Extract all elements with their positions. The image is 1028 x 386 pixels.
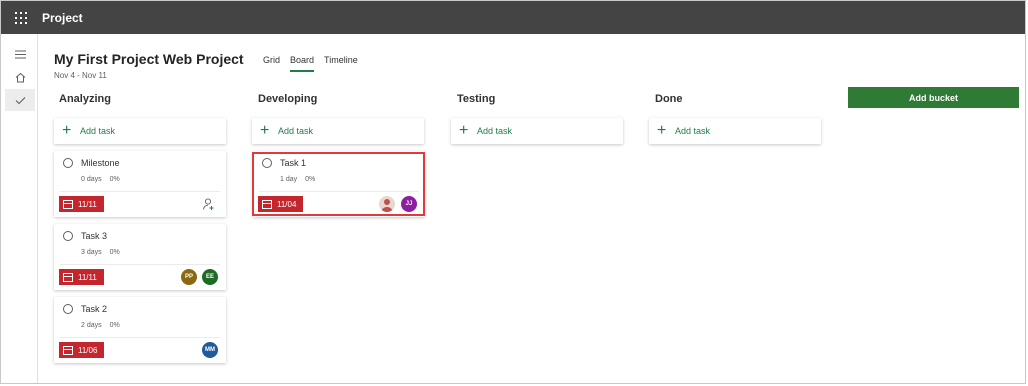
bucket-title-analyzing[interactable]: Analyzing (59, 93, 111, 105)
assign-person-icon[interactable] (202, 197, 216, 211)
task-name: Milestone (81, 158, 120, 168)
project-header: My First Project Web Project Nov 4 - Nov… (54, 51, 244, 80)
complete-task-checkbox[interactable] (63, 158, 73, 168)
task-meta: 0 days 0% (81, 176, 120, 183)
add-bucket-button[interactable]: Add bucket (848, 87, 1019, 108)
task-duration: 3 days (81, 249, 102, 256)
complete-task-checkbox[interactable] (63, 304, 73, 314)
calendar-icon (63, 272, 73, 282)
due-date: 11/06 (78, 345, 98, 355)
complete-task-checkbox[interactable] (262, 158, 272, 168)
task-duration: 2 days (81, 322, 102, 329)
task-name: Task 2 (81, 304, 108, 314)
plus-icon: + (657, 122, 667, 139)
app-title: Project (42, 10, 83, 25)
add-task-label: Add task (675, 126, 711, 136)
complete-task-checkbox[interactable] (63, 231, 73, 241)
tab-board[interactable]: Board (290, 55, 315, 72)
avatar[interactable]: PP (181, 269, 197, 285)
divider (60, 337, 220, 338)
add-task-button[interactable]: + Add task (54, 118, 226, 144)
add-task-button[interactable]: + Add task (649, 118, 821, 144)
avatar[interactable]: MM (202, 342, 218, 358)
bucket-title-done[interactable]: Done (655, 93, 683, 105)
task-card[interactable]: Task 1 1 day 0% 11/04 JJ (253, 151, 425, 217)
task-meta: 3 days 0% (81, 249, 120, 256)
due-date-badge: 11/11 (59, 196, 104, 212)
plus-icon: + (62, 122, 72, 139)
home-icon[interactable] (5, 66, 35, 88)
plus-icon: + (459, 122, 469, 139)
task-duration: 0 days (81, 176, 102, 183)
view-tabs: Grid Board Timeline (263, 55, 358, 72)
calendar-icon (63, 345, 73, 355)
task-duration: 1 day (280, 176, 298, 183)
avatar[interactable]: JJ (401, 196, 417, 212)
task-card[interactable]: Milestone 0 days 0% 11/11 (54, 151, 226, 217)
bucket-title-developing[interactable]: Developing (258, 93, 317, 105)
calendar-icon (63, 199, 73, 209)
checkmark-icon[interactable] (5, 89, 35, 111)
add-task-label: Add task (80, 126, 116, 136)
task-card[interactable]: Task 3 3 days 0% 11/11 PP EE (54, 224, 226, 290)
due-date: 11/04 (277, 199, 297, 209)
app-window: Project My First Project Web Project Nov… (0, 0, 1026, 384)
divider (259, 191, 419, 192)
add-task-button[interactable]: + Add task (451, 118, 623, 144)
plus-icon: + (260, 122, 270, 139)
add-task-label: Add task (477, 126, 513, 136)
due-date-badge: 11/04 (258, 196, 304, 212)
task-name: Task 3 (81, 231, 108, 241)
due-date-badge: 11/06 (59, 342, 105, 358)
due-date: 11/11 (78, 272, 97, 282)
task-meta: 2 days 0% (81, 322, 120, 329)
task-progress: 0% (109, 176, 120, 183)
avatar-photo[interactable] (379, 196, 395, 212)
task-name: Task 1 (280, 158, 307, 168)
due-date: 11/11 (78, 199, 97, 209)
project-title: My First Project Web Project (54, 51, 244, 67)
tab-timeline[interactable]: Timeline (324, 55, 358, 72)
hamburger-icon[interactable] (5, 43, 35, 65)
tab-grid[interactable]: Grid (263, 55, 280, 72)
left-rail (1, 34, 38, 383)
task-progress: 0% (109, 322, 120, 329)
divider (60, 191, 220, 192)
task-progress: 0% (305, 176, 316, 183)
task-card[interactable]: Task 2 2 days 0% 11/06 MM (54, 297, 226, 363)
add-task-button[interactable]: + Add task (252, 118, 424, 144)
due-date-badge: 11/11 (59, 269, 104, 285)
bucket-title-testing[interactable]: Testing (457, 93, 495, 105)
top-bar: Project (1, 1, 1025, 34)
task-meta: 1 day 0% (280, 176, 315, 183)
task-progress: 0% (109, 249, 120, 256)
app-launcher-icon[interactable] (15, 11, 27, 24)
project-dates: Nov 4 - Nov 11 (54, 71, 107, 80)
add-task-label: Add task (278, 126, 314, 136)
avatar[interactable]: EE (202, 269, 218, 285)
divider (60, 264, 220, 265)
calendar-icon (262, 199, 272, 209)
